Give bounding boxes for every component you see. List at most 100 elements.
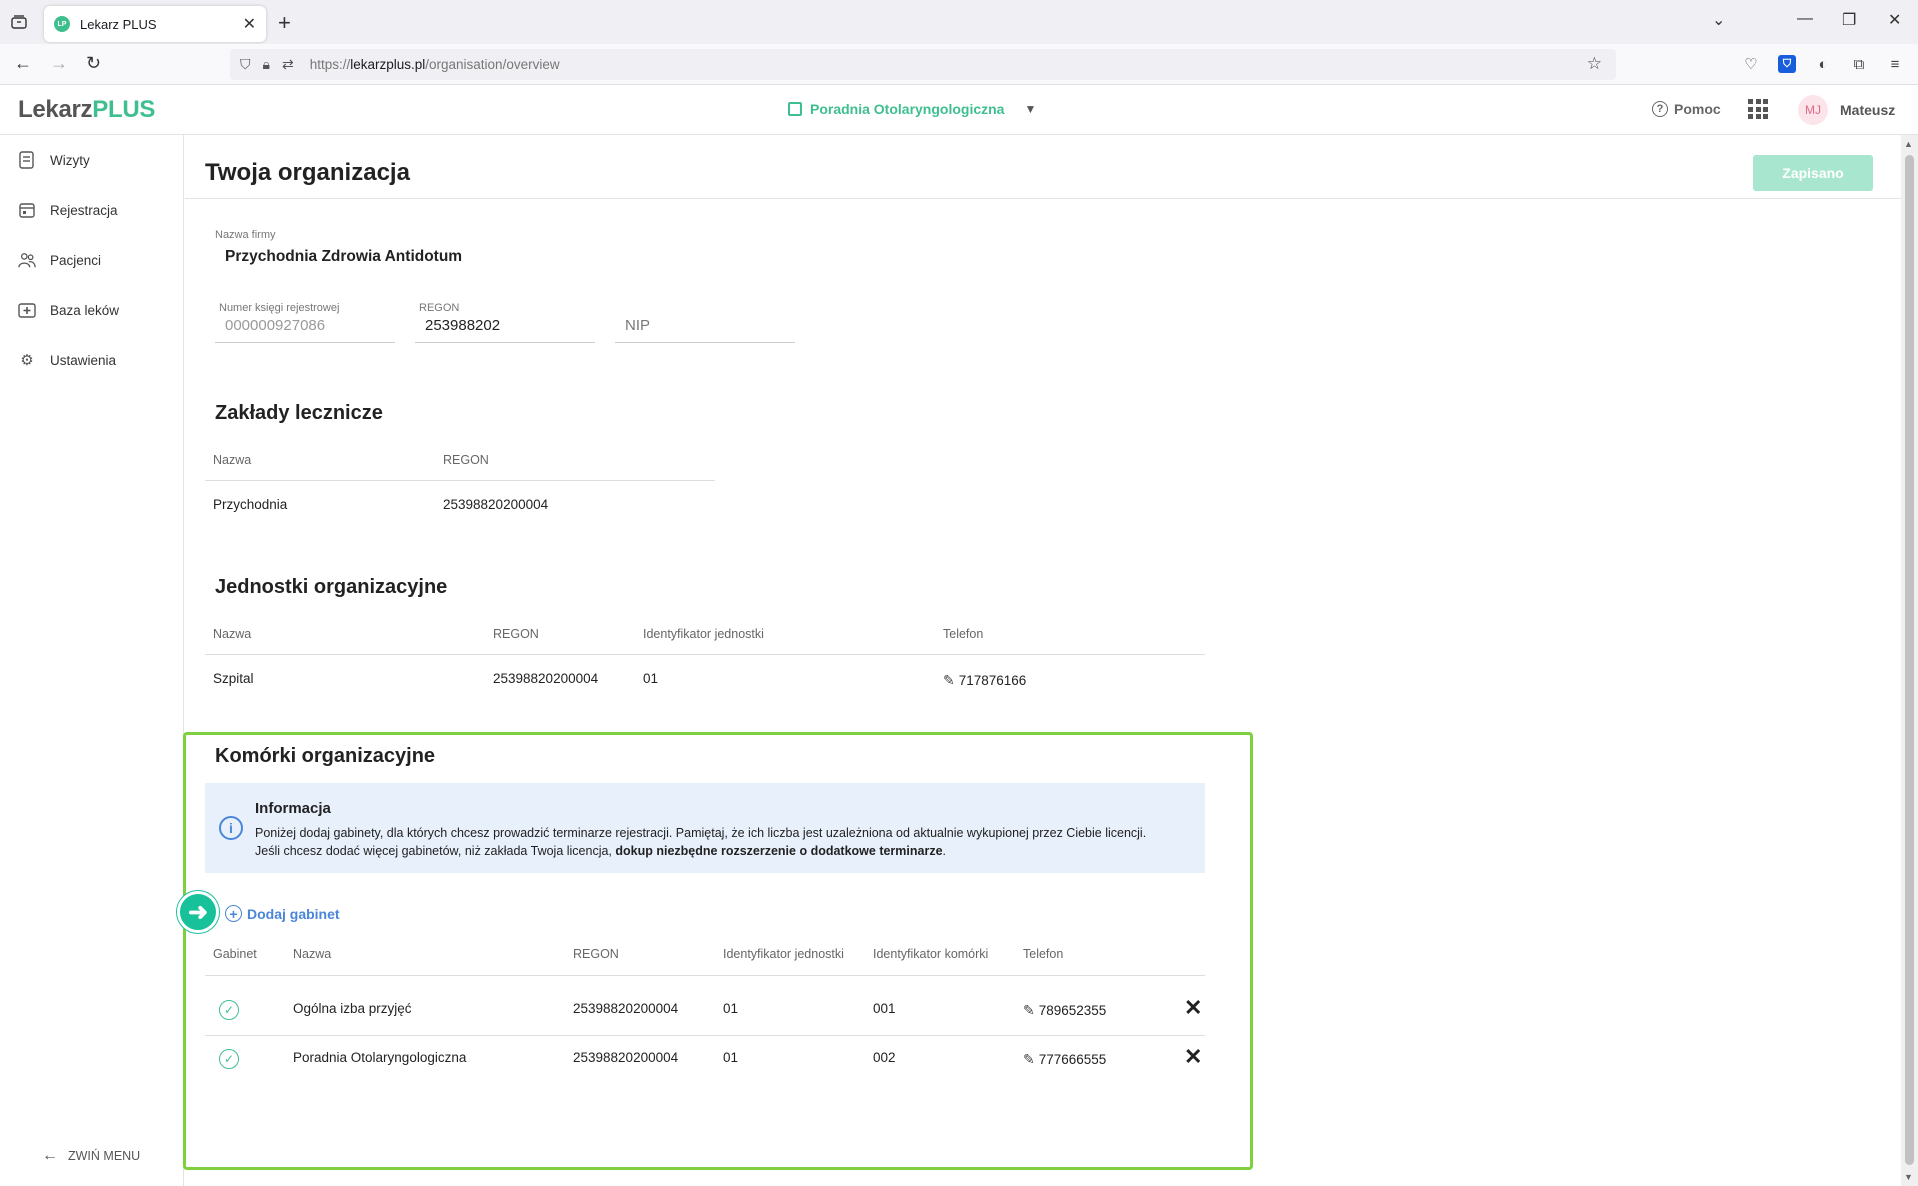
reload-icon[interactable]: ↻ <box>86 53 101 74</box>
sidebar-item-label: Rejestracja <box>50 202 118 218</box>
reg-number-field[interactable]: 000000927086 <box>225 317 325 334</box>
tab-title: Lekarz PLUS <box>80 16 157 32</box>
bookmark-star-icon[interactable]: ☆ <box>1587 54 1602 74</box>
pencil-icon[interactable]: ✎ <box>943 672 955 689</box>
sidebar-item-pacjenci[interactable]: Pacjenci <box>18 251 101 269</box>
shield-icon[interactable]: ⛉ <box>240 56 251 73</box>
info-text: Poniżej dodaj gabinety, dla których chce… <box>255 824 1195 860</box>
help-button[interactable]: ? Pomoc <box>1652 101 1721 117</box>
regon-field[interactable]: 253988202 <box>425 317 500 334</box>
arrow-right-icon: ➜ <box>177 891 219 933</box>
extensions-puzzle-icon[interactable]: ⧉ <box>1850 55 1868 73</box>
bitwarden-icon[interactable]: ⛉ <box>1778 55 1796 73</box>
page-title: Twoja organizacja <box>205 159 410 186</box>
browser-tab[interactable]: LP Lekarz PLUS ✕ <box>44 6 266 42</box>
drugs-icon <box>18 301 36 319</box>
column-header-regon: REGON <box>493 627 539 641</box>
minimize-icon[interactable]: — <box>1797 10 1813 28</box>
favicon-icon: LP <box>54 16 70 32</box>
phone-value: 789652355 <box>1038 1003 1107 1018</box>
section-title-zaklady: Zakłady lecznicze <box>215 402 383 424</box>
office-regon: 25398820200004 <box>573 1050 679 1065</box>
visits-icon <box>18 151 36 169</box>
column-header-regon: REGON <box>573 947 619 961</box>
table-divider <box>205 975 1205 976</box>
new-tab-icon[interactable]: + <box>278 10 291 36</box>
info-line: Jeśli chcesz dodać więcej gabinetów, niż… <box>255 844 947 858</box>
app-logo[interactable]: LekarzPLUS <box>18 96 155 124</box>
sidebar: Wizyty Rejestracja Pacjenci Baza leków ⚙… <box>0 135 184 1186</box>
scrollbar-thumb[interactable] <box>1905 155 1914 1165</box>
calendar-icon <box>788 102 802 116</box>
license-extension-link[interactable]: dokup niezbędne rozszerzenie o dodatkowe… <box>615 844 942 858</box>
office-name: Ogólna izba przyjęć <box>293 1001 412 1016</box>
office-phone[interactable]: ✎ 777666555 <box>1023 1051 1106 1068</box>
check-circle-icon[interactable]: ✓ <box>219 1049 239 1069</box>
forward-icon[interactable]: → <box>50 53 68 74</box>
help-icon: ? <box>1652 101 1668 117</box>
collapse-menu-button[interactable]: ← ZWIŃ MENU <box>42 1147 140 1165</box>
nip-field[interactable]: NIP <box>625 317 650 334</box>
reg-number-underline <box>215 342 395 343</box>
table-divider <box>205 480 715 481</box>
tab-overflow-icon[interactable]: ⌄ <box>1712 10 1725 30</box>
sidebar-item-label: Wizyty <box>50 152 90 168</box>
reg-number-label: Numer księgi rejestrowej <box>219 302 340 314</box>
column-header-cell-id: Identyfikator komórki <box>873 947 989 961</box>
delete-icon[interactable]: ✕ <box>1184 1044 1202 1070</box>
scroll-down-icon[interactable]: ▼ <box>1904 1172 1913 1182</box>
hamburger-menu-icon[interactable]: ≡ <box>1886 55 1904 73</box>
app-header: LekarzPLUS Poradnia Otolaryngologiczna ▼… <box>0 85 1918 135</box>
office-unit-id: 01 <box>723 1050 739 1065</box>
add-office-button[interactable]: + Dodaj gabinet <box>225 905 340 922</box>
pencil-icon[interactable]: ✎ <box>1023 1051 1035 1068</box>
calendar-icon <box>18 201 36 219</box>
main-content: Twoja organizacja Zapisano Nazwa firmy P… <box>177 135 1901 1186</box>
sidebar-item-baza-lekow[interactable]: Baza leków <box>18 301 119 319</box>
sidebar-item-label: Ustawienia <box>50 352 117 368</box>
column-header-office: Gabinet <box>213 947 257 961</box>
sidebar-item-ustawienia[interactable]: ⚙ Ustawienia <box>18 351 116 369</box>
close-window-icon[interactable]: ✕ <box>1888 10 1901 30</box>
section-title-komorki: Komórki organizacyjne <box>215 745 436 767</box>
pocket-icon[interactable]: ♡ <box>1742 55 1760 73</box>
apps-grid-icon[interactable] <box>1748 99 1768 119</box>
sidebar-item-rejestracja[interactable]: Rejestracja <box>18 201 118 219</box>
column-header-regon: REGON <box>443 453 489 467</box>
page-scrollbar[interactable]: ▲ ▼ <box>1901 135 1918 1186</box>
check-circle-icon[interactable]: ✓ <box>219 1000 239 1020</box>
extension-icon[interactable]: ◐ <box>1814 55 1832 73</box>
close-tab-icon[interactable]: ✕ <box>243 14 256 34</box>
url-bar[interactable]: ⛉ 🔒︎ ⇄ https://lekarzplus.pl/organisatio… <box>230 49 1616 80</box>
column-header-phone: Telefon <box>943 627 984 641</box>
zaklad-regon: 25398820200004 <box>443 497 549 512</box>
back-icon[interactable]: ← <box>14 53 32 74</box>
office-phone[interactable]: ✎ 789652355 <box>1023 1002 1106 1019</box>
company-name-label: Nazwa firmy <box>215 229 276 241</box>
company-name-field[interactable]: Przychodnia Zdrowia Antidotum <box>225 248 462 266</box>
jednostka-phone[interactable]: ✎ 717876166 <box>943 672 1026 689</box>
user-name[interactable]: Mateusz <box>1840 102 1895 118</box>
clinic-selector[interactable]: Poradnia Otolaryngologiczna ▼ <box>788 101 1036 117</box>
tab-list-icon[interactable] <box>8 11 30 33</box>
restore-icon[interactable]: ❐ <box>1842 10 1856 30</box>
office-cell-id: 001 <box>873 1001 896 1016</box>
info-title: Informacja <box>255 800 331 817</box>
permissions-icon[interactable]: ⇄ <box>282 56 294 73</box>
office-unit-id: 01 <box>723 1001 739 1016</box>
nip-underline <box>615 342 795 343</box>
regon-underline <box>415 342 595 343</box>
delete-icon[interactable]: ✕ <box>1184 995 1202 1021</box>
browser-tab-bar: LP Lekarz PLUS ✕ + ⌄ — ❐ ✕ <box>0 0 1918 44</box>
table-divider <box>205 1035 1205 1036</box>
sidebar-item-wizyty[interactable]: Wizyty <box>18 151 90 169</box>
lock-icon[interactable]: 🔒︎ <box>263 56 270 73</box>
saved-button[interactable]: Zapisano <box>1753 155 1873 191</box>
phone-value: 777666555 <box>1038 1052 1107 1067</box>
pencil-icon[interactable]: ✎ <box>1023 1002 1035 1019</box>
help-label: Pomoc <box>1674 101 1721 117</box>
avatar[interactable]: MJ <box>1798 95 1828 125</box>
url-text[interactable]: https://lekarzplus.pl/organisation/overv… <box>310 57 560 72</box>
scroll-up-icon[interactable]: ▲ <box>1904 139 1913 149</box>
column-header-name: Nazwa <box>213 627 252 641</box>
